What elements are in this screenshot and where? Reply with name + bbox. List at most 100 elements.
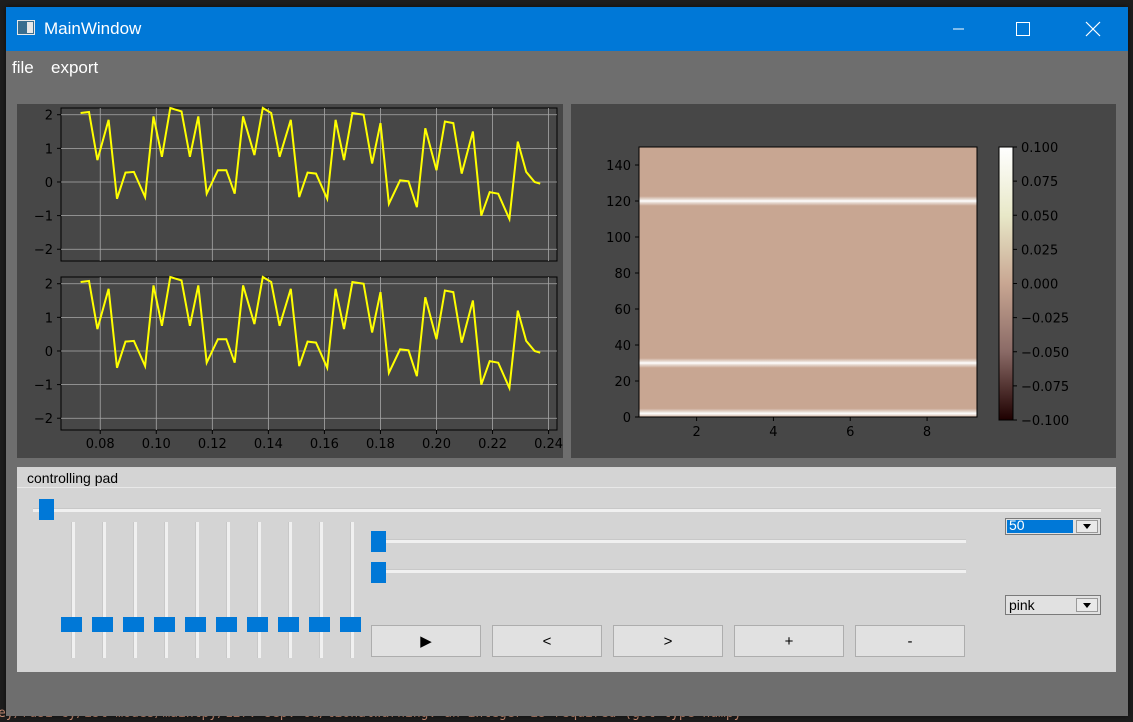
lower-x-tick-label: 0.22	[478, 437, 507, 452]
top-slider-handle[interactable]	[39, 499, 54, 520]
plus-button[interactable]: +	[734, 625, 844, 657]
colorbar	[998, 146, 1014, 421]
upper-y-tick-label: −2	[34, 243, 53, 258]
v-slider-5-handle[interactable]	[185, 617, 206, 632]
controlling-pad: controlling pad ▶ < > + - 50 pink	[17, 467, 1116, 672]
colorbar-tick-label: 0.100	[1021, 141, 1058, 156]
upper-signal-plot: 2 1 0 −1 −2	[34, 106, 558, 262]
speed-combo[interactable]: 50	[1005, 518, 1101, 535]
v-slider-6-handle[interactable]	[216, 617, 237, 632]
colormap-combo-value: pink	[1009, 597, 1035, 613]
chevron-down-icon	[1083, 602, 1091, 608]
minus-button[interactable]: -	[855, 625, 965, 657]
spectrogram-image	[638, 146, 978, 418]
colormap-combo[interactable]: pink	[1005, 595, 1101, 615]
lower-x-tick-label: 0.20	[422, 437, 451, 452]
speed-combo-arrow	[1076, 520, 1098, 533]
lower-x-tick-label: 0.16	[310, 437, 339, 452]
signal-plots-panel: 2 1 0 −1 −2 2 1 0 −1 −2 0.08 0.10 0.12 0.14 0.16 0.18 0…	[17, 104, 563, 458]
main-window: MainWindow file export 2 1 0 −1 −2 2 1 0 −1 −2 0.…	[6, 7, 1128, 716]
minimize-icon	[953, 28, 964, 30]
pad-divider	[17, 487, 1116, 488]
h-slider-1-handle[interactable]	[371, 531, 386, 552]
v-slider-9-groove	[319, 522, 323, 658]
v-slider-6-groove	[226, 522, 230, 658]
colorbar-tick-label: 0.000	[1021, 278, 1058, 293]
v-slider-10-groove	[350, 522, 354, 658]
spec-y-tick-label: 20	[614, 375, 631, 390]
lower-y-tick-label: 0	[45, 345, 53, 360]
play-button[interactable]: ▶	[371, 625, 481, 657]
v-slider-9-handle[interactable]	[309, 617, 330, 632]
window-title: MainWindow	[44, 19, 142, 38]
v-slider-7-handle[interactable]	[247, 617, 268, 632]
v-slider-2-groove	[102, 522, 106, 658]
spec-y-tick-label: 80	[614, 267, 631, 282]
spec-y-tick-label: 40	[614, 339, 631, 354]
chevron-down-icon	[1083, 524, 1091, 529]
v-slider-4-handle[interactable]	[154, 617, 175, 632]
close-icon	[1085, 21, 1101, 37]
lower-y-tick-label: 1	[45, 311, 53, 326]
spectrogram-svg: 140 120 100 80 60 40 20 0 2 4 6 8 0.100 0.075 0.050 0.0…	[606, 141, 1069, 440]
v-slider-1-handle[interactable]	[61, 617, 82, 632]
app-icon	[17, 20, 35, 35]
lower-x-tick-label: 0.18	[366, 437, 395, 452]
menu-export[interactable]: export	[51, 58, 98, 78]
minimize-button[interactable]	[936, 7, 982, 51]
colorbar-tick-label: 0.050	[1021, 209, 1058, 224]
spec-y-tick-label: 140	[606, 159, 631, 174]
colorbar-tick-label: 0.025	[1021, 243, 1058, 258]
lower-x-tick-label: 0.10	[142, 437, 171, 452]
v-slider-4-groove	[164, 522, 168, 658]
upper-y-tick-label: 2	[45, 109, 53, 124]
lower-y-tick-label: 2	[45, 278, 53, 293]
close-button[interactable]	[1070, 7, 1116, 51]
upper-y-tick-label: 1	[45, 142, 53, 157]
spec-y-tick-label: 0	[623, 411, 631, 426]
lower-y-tick-label: −1	[34, 379, 53, 394]
spectrogram-panel: 140 120 100 80 60 40 20 0 2 4 6 8 0.100 0.075 0.050 0.0…	[571, 104, 1116, 458]
v-slider-8-groove	[288, 522, 292, 658]
h-slider-2-groove	[378, 569, 966, 573]
spec-y-tick-label: 120	[606, 195, 631, 210]
lower-x-tick-label: 0.08	[86, 437, 115, 452]
spec-x-tick-label: 6	[846, 425, 854, 440]
v-slider-3-handle[interactable]	[123, 617, 144, 632]
lower-x-tick-label: 0.14	[254, 437, 283, 452]
v-slider-10-handle[interactable]	[340, 617, 361, 632]
title-bar[interactable]: MainWindow	[6, 7, 1128, 51]
colorbar-tick-label: 0.075	[1021, 175, 1058, 190]
v-slider-5-groove	[195, 522, 199, 658]
upper-y-tick-label: −1	[34, 210, 53, 225]
lower-signal-plot: 2 1 0 −1 −2 0.08 0.10 0.12 0.14 0.16 0.18 0.20 0.22 0…	[34, 275, 563, 452]
v-slider-3-groove	[133, 522, 137, 658]
maximize-icon	[1016, 22, 1030, 36]
spec-y-tick-label: 60	[614, 303, 631, 318]
menu-file[interactable]: file	[12, 58, 34, 78]
next-button[interactable]: >	[613, 625, 723, 657]
v-slider-7-groove	[257, 522, 261, 658]
v-slider-8-handle[interactable]	[278, 617, 299, 632]
colorbar-tick-label: −0.025	[1021, 312, 1069, 327]
colorbar-tick-label: −0.050	[1021, 346, 1069, 361]
v-slider-1-groove	[71, 522, 75, 658]
previous-button[interactable]: <	[492, 625, 602, 657]
upper-y-tick-label: 0	[45, 176, 53, 191]
speed-combo-value: 50	[1009, 518, 1025, 533]
lower-x-tick-label: 0.24	[534, 437, 563, 452]
lower-y-tick-label: −2	[34, 412, 53, 427]
v-slider-2-handle[interactable]	[92, 617, 113, 632]
lower-axes-frame	[60, 276, 558, 431]
spec-x-tick-label: 4	[769, 425, 777, 440]
h-slider-1-groove	[378, 539, 966, 543]
upper-axes-frame	[60, 107, 558, 262]
signal-plots-svg: 2 1 0 −1 −2 2 1 0 −1 −2 0.08 0.10 0.12 0.14 0.16 0.18 0…	[34, 106, 563, 452]
h-slider-2-handle[interactable]	[371, 562, 386, 583]
menu-bar: file export	[6, 51, 1128, 85]
spec-x-tick-label: 8	[923, 425, 931, 440]
spec-x-tick-label: 2	[692, 425, 700, 440]
maximize-button[interactable]	[1000, 7, 1046, 51]
spec-y-tick-label: 100	[606, 231, 631, 246]
colorbar-tick-label: −0.100	[1021, 414, 1069, 429]
